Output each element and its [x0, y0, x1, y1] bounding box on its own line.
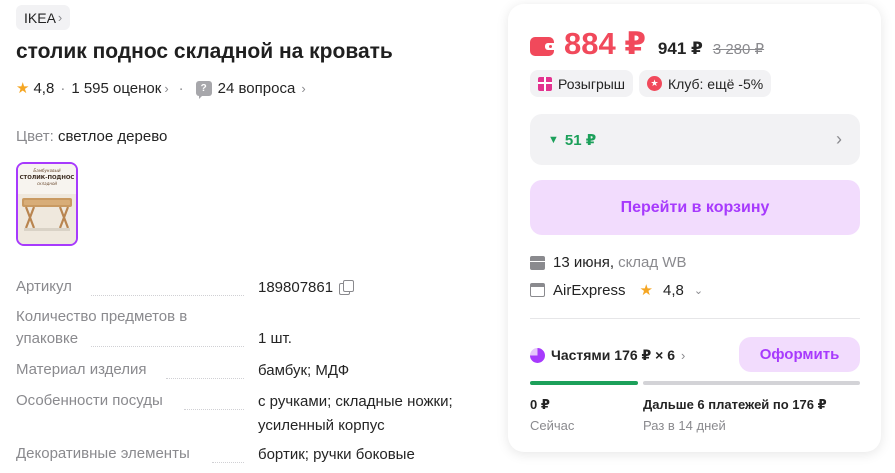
- thumb-text-1: Бамбуковый: [33, 168, 61, 173]
- copy-icon[interactable]: [339, 280, 355, 295]
- price-current: 884 ₽: [564, 26, 646, 61]
- pie-chart-icon: [530, 348, 545, 363]
- chevron-right-icon: ›: [681, 348, 686, 363]
- spec-value: бортик; ручки боковые: [258, 446, 415, 463]
- rating-value: 4,8: [33, 79, 55, 97]
- article-number: 189807861: [258, 279, 334, 296]
- go-to-cart-button[interactable]: Перейти в корзину: [530, 180, 860, 235]
- price-row: 884 ₽ 941 ₽ 3 280 ₽: [530, 26, 764, 62]
- pay-later-label: Раз в 14 дней: [643, 418, 726, 433]
- installments-link[interactable]: Частями 176 ₽ × 6 ›: [530, 347, 685, 364]
- promo-row: Розыгрыш ★ Клуб: ещё -5%: [530, 70, 772, 97]
- order-button[interactable]: Оформить: [739, 337, 860, 372]
- progress-remaining: [643, 381, 860, 385]
- seller-link[interactable]: AirExpress ★ 4,8 ⌄: [530, 281, 703, 299]
- price-old: 3 280 ₽: [712, 41, 765, 58]
- spec-divider: [91, 295, 244, 296]
- thumb-text-3: складной: [37, 181, 57, 186]
- box-icon: [530, 255, 545, 270]
- divider: [530, 318, 860, 319]
- delivery-date: 13 июня,: [553, 254, 615, 271]
- seller-rating: 4,8: [662, 281, 684, 299]
- spec-key: Декоративные элементы: [16, 445, 190, 462]
- spec-value: бамбук; МДФ: [258, 362, 350, 379]
- raffle-badge[interactable]: Розыгрыш: [530, 70, 634, 97]
- product-image: Бамбуковый СТОЛИК-ПОДНОС складной: [18, 164, 76, 244]
- brand-name: IKEA: [24, 9, 56, 26]
- spec-key: Количество предметов в упаковке: [16, 308, 188, 347]
- price-without-wallet: 941 ₽: [657, 39, 703, 58]
- club-label: Клуб: ещё -5%: [668, 75, 764, 92]
- pay-later-amount: Дальше 6 платежей по 176 ₽: [643, 397, 827, 412]
- pay-later: Дальше 6 платежей по 176 ₽ Раз в 14 дней: [643, 397, 827, 433]
- installments-label: Частями 176 ₽ × 6: [551, 347, 676, 363]
- raffle-label: Розыгрыш: [558, 75, 626, 92]
- triangle-down-icon: ▼: [548, 133, 559, 146]
- gift-icon: [538, 76, 552, 91]
- spec-value: 189807861: [258, 276, 478, 300]
- installments-row: Частями 176 ₽ × 6 › Оформить: [530, 337, 860, 373]
- buy-card: 884 ₽ 941 ₽ 3 280 ₽ Розыгрыш ★ Клуб: ещё…: [508, 4, 881, 452]
- brand-link[interactable]: IKEA ›: [16, 5, 71, 30]
- product-title: столик поднос складной на кровать: [16, 40, 393, 63]
- rating-row: ★ 4,8 · 1 595 оценок › · ? 24 вопроса ›: [16, 79, 306, 99]
- spec-divider: [212, 462, 244, 463]
- spec-value: с ручками; складные ножки; усиленный кор…: [258, 393, 453, 434]
- club-badge[interactable]: ★ Клуб: ещё -5%: [639, 70, 772, 97]
- separator-dot: ·: [60, 79, 66, 97]
- chevron-right-icon: ›: [164, 80, 169, 96]
- chevron-down-icon: ⌄: [693, 284, 704, 297]
- star-icon: ★: [639, 282, 653, 299]
- shop-icon: [530, 283, 545, 297]
- delivery-info: 13 июня, склад WB: [530, 254, 686, 271]
- question-bubble-icon: ?: [195, 80, 212, 99]
- progress-paid-now: [530, 381, 638, 385]
- chevron-right-icon: ›: [57, 10, 63, 25]
- spec-divider: [166, 378, 244, 379]
- star-icon: ★: [16, 80, 30, 97]
- questions-link[interactable]: ? 24 вопроса ›: [195, 79, 306, 99]
- pay-now-amount: 0 ₽: [530, 397, 550, 412]
- spec-divider: [91, 346, 244, 347]
- questions-count: 24 вопроса: [217, 79, 296, 97]
- wallet-discount-value: 51 ₽: [564, 131, 597, 149]
- warehouse: склад WB: [618, 254, 687, 271]
- wallet-discount: ▼ 51 ₽: [548, 131, 596, 149]
- color-label: Цвет:: [16, 128, 54, 145]
- chevron-right-icon: ›: [301, 80, 306, 96]
- spec-divider: [184, 409, 244, 410]
- wallet-icon: [530, 36, 554, 56]
- seller-name: AirExpress: [553, 281, 626, 299]
- reviews-link[interactable]: 1 595 оценок ›: [71, 80, 168, 97]
- club-star-icon: ★: [647, 76, 663, 91]
- pay-now: 0 ₽ Сейчас: [530, 397, 574, 433]
- color-value: светлое дерево: [57, 128, 168, 145]
- color-row: Цвет: светлое дерево: [16, 128, 167, 145]
- wallet-discount-box[interactable]: ▼ 51 ₽ ›: [530, 114, 860, 165]
- spec-value: 1 шт.: [258, 330, 292, 347]
- chevron-right-icon: ›: [836, 129, 842, 149]
- pay-now-label: Сейчас: [530, 418, 575, 433]
- product-thumbnail[interactable]: Бамбуковый СТОЛИК-ПОДНОС складной: [16, 162, 78, 246]
- separator-dot: ·: [178, 79, 184, 97]
- reviews-count: 1 595 оценок: [71, 79, 162, 97]
